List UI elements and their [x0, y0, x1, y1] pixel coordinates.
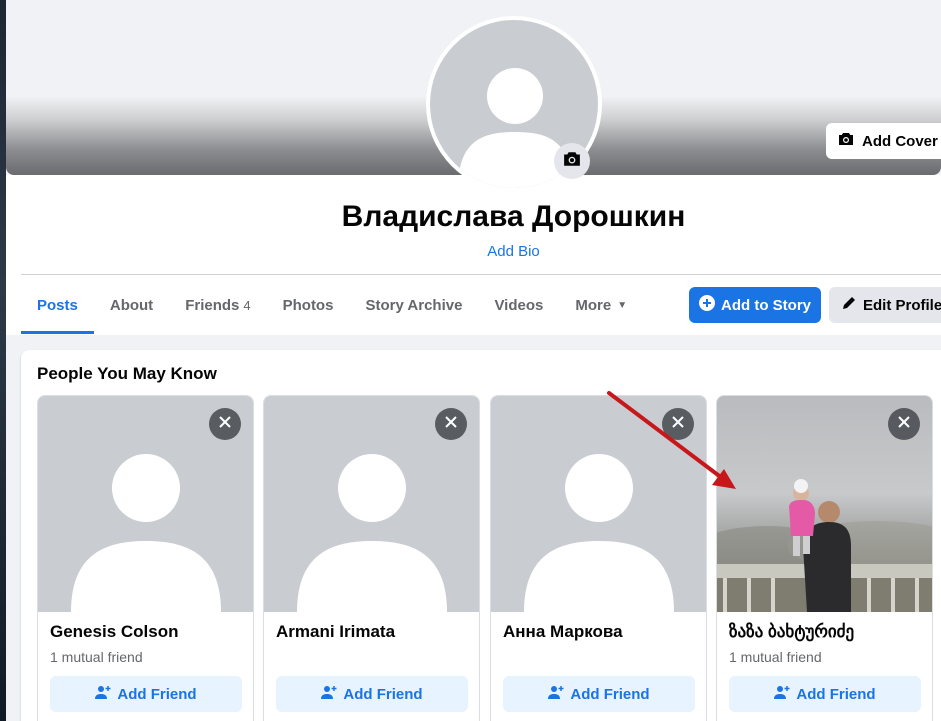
caret-down-icon: ▼ — [617, 299, 628, 311]
add-friend-button[interactable]: Add Friend — [729, 676, 921, 712]
tab-about[interactable]: About — [94, 276, 169, 334]
add-to-story-label: Add to Story — [721, 296, 811, 314]
camera-icon — [838, 132, 854, 150]
tab-label: More — [575, 296, 612, 314]
add-friend-icon — [548, 685, 564, 703]
add-friend-button[interactable]: Add Friend — [503, 676, 695, 712]
close-icon — [897, 415, 911, 434]
close-icon — [671, 415, 685, 434]
tab-photos[interactable]: Photos — [267, 276, 350, 334]
suggestion-card[interactable]: ზაზა ბახტურიძე 1 mutual friend Add Frien… — [716, 395, 933, 721]
people-you-may-know-section: People You May Know Genesis Colson 1 mut… — [21, 350, 941, 721]
close-icon — [444, 415, 458, 434]
add-friend-icon — [95, 685, 111, 703]
suggestion-name[interactable]: Анна Маркова — [503, 622, 623, 642]
tab-friends[interactable]: Friends 4 — [169, 276, 266, 334]
add-friend-label: Add Friend — [117, 685, 197, 703]
tab-label: Posts — [37, 296, 78, 314]
tab-more[interactable]: More ▼ — [559, 276, 643, 334]
add-to-story-button[interactable]: Add to Story — [689, 287, 821, 323]
edit-profile-label: Edit Profile — [863, 296, 941, 314]
divider — [21, 274, 941, 275]
add-friend-icon — [774, 685, 790, 703]
mutual-friends[interactable]: 1 mutual friend — [729, 649, 822, 665]
camera-icon — [563, 151, 581, 172]
tab-posts[interactable]: Posts — [21, 276, 94, 334]
tab-story-archive[interactable]: Story Archive — [349, 276, 478, 334]
suggestion-card[interactable]: Анна Маркова Add Friend — [490, 395, 707, 721]
profile-tabs: Posts About Friends 4 Photos Story Archiv… — [21, 276, 643, 334]
dismiss-button[interactable] — [209, 408, 241, 440]
suggestion-card[interactable]: Genesis Colson 1 mutual friend Add Frien… — [37, 395, 254, 721]
update-profile-picture-button[interactable] — [554, 143, 590, 179]
plus-circle-icon — [699, 295, 715, 315]
suggestion-name[interactable]: Armani Irimata — [276, 622, 395, 642]
suggestion-name[interactable]: ზაზა ბახტურიძე — [729, 622, 854, 642]
add-friend-button[interactable]: Add Friend — [276, 676, 468, 712]
mutual-friends[interactable]: 1 mutual friend — [50, 649, 143, 665]
tab-videos[interactable]: Videos — [478, 276, 559, 334]
profile-name: Владислава Дорошкин — [341, 200, 686, 233]
add-friend-label: Add Friend — [796, 685, 876, 703]
pencil-icon — [841, 295, 857, 315]
add-friend-icon — [321, 685, 337, 703]
close-icon — [218, 415, 232, 434]
add-friend-label: Add Friend — [343, 685, 423, 703]
dismiss-button[interactable] — [888, 408, 920, 440]
add-friend-button[interactable]: Add Friend — [50, 676, 242, 712]
tab-label: Photos — [282, 296, 334, 314]
tab-label: Videos — [494, 296, 544, 314]
add-cover-photo-button[interactable]: Add Cover P — [826, 123, 941, 159]
section-title: People You May Know — [37, 364, 217, 383]
add-cover-photo-label: Add Cover P — [862, 132, 941, 150]
tab-label: Friends — [185, 296, 240, 314]
tab-label: Story Archive — [365, 296, 463, 314]
edit-profile-button[interactable]: Edit Profile — [829, 287, 941, 323]
dismiss-button[interactable] — [435, 408, 467, 440]
add-bio-link[interactable]: Add Bio — [0, 243, 941, 260]
dismiss-button[interactable] — [662, 408, 694, 440]
add-friend-label: Add Friend — [570, 685, 650, 703]
tab-label: About — [109, 296, 154, 314]
suggestion-name[interactable]: Genesis Colson — [50, 622, 178, 642]
friends-count: 4 — [243, 297, 251, 313]
suggestion-card[interactable]: Armani Irimata Add Friend — [263, 395, 480, 721]
